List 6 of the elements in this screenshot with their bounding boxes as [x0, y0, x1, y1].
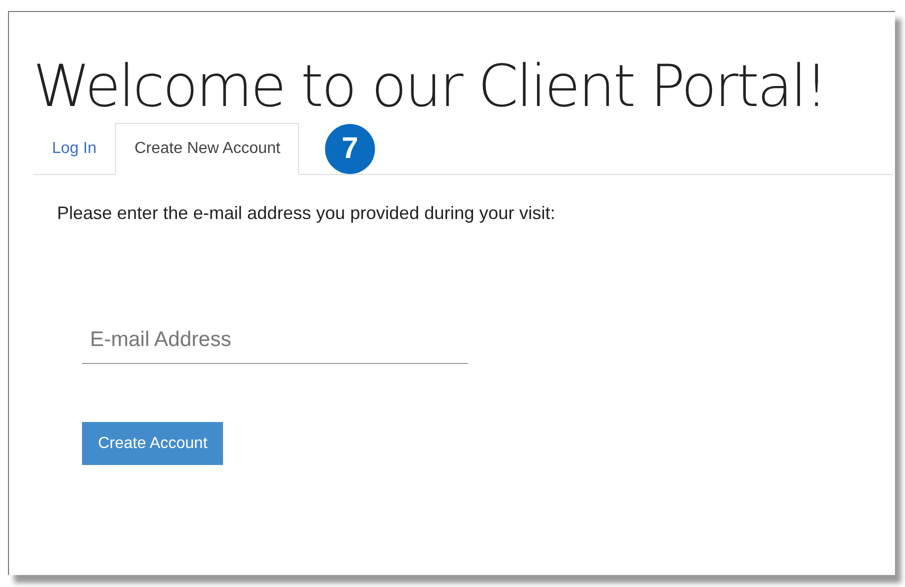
tab[interactable]: Log In	[33, 123, 116, 175]
step-badge: 7	[325, 124, 375, 174]
tab[interactable]: Create New Account	[115, 123, 300, 175]
create-account-button[interactable]: Create Account	[82, 422, 224, 465]
instruction-text: Please enter the e-mail address you provided during your visit:	[57, 203, 556, 224]
page-title: Welcome to our Client Portal!	[33, 51, 826, 122]
